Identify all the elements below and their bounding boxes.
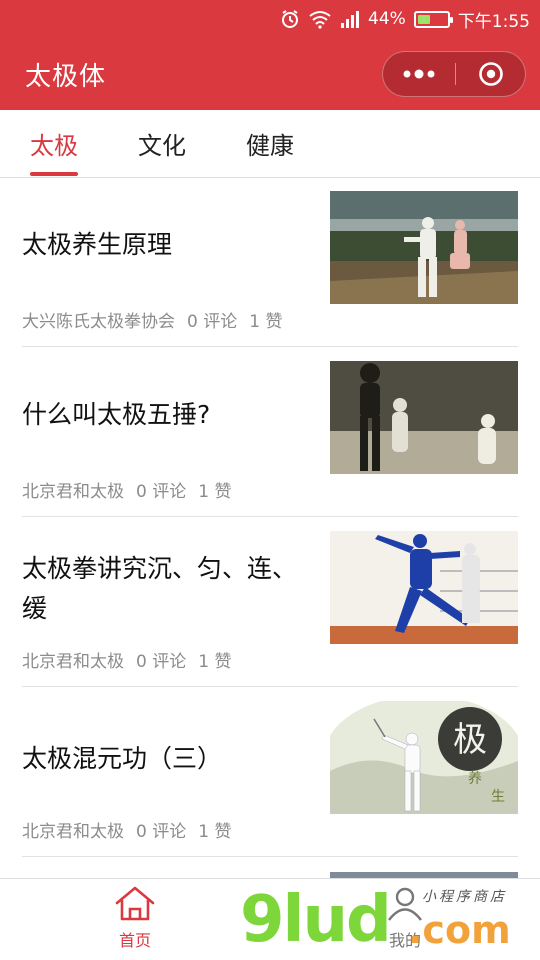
- article-thumbnail: [330, 361, 518, 474]
- article-title: 太极混元功（三）: [22, 744, 223, 773]
- more-dots-icon: [403, 69, 435, 79]
- clock-time: 下午1:55: [457, 11, 530, 32]
- article-title: 太极养生原理: [22, 230, 173, 259]
- article-meta: 北京君和太极 0 评论 1 赞: [22, 817, 243, 842]
- vintage-family-photo: [330, 361, 518, 474]
- watermark-com: .com: [408, 908, 511, 952]
- active-tab-indicator: [30, 172, 78, 176]
- article-meta: 大兴陈氏太极拳协会 0 评论 1 赞: [22, 307, 294, 332]
- article-comments: 0 评论: [136, 482, 187, 502]
- wifi-icon: [308, 8, 332, 30]
- article-likes: 1 赞: [198, 652, 232, 672]
- nav-bar: 太极体: [0, 42, 540, 106]
- tab-taiji[interactable]: 太极: [30, 126, 78, 161]
- article-source: 北京君和太极: [22, 482, 124, 502]
- article-thumbnail: [330, 531, 518, 644]
- article-likes: 1 赞: [198, 822, 232, 842]
- article-comments: 0 评论: [136, 822, 187, 842]
- status-bar: 44% 下午1:55: [0, 0, 540, 38]
- taiji-ink-painting: 极 养 生: [330, 701, 518, 814]
- taiji-park-photo: [330, 191, 518, 304]
- article-thumbnail: [330, 191, 518, 304]
- alarm-icon: [280, 8, 300, 30]
- category-tabs: 太极 文化 健康: [0, 110, 540, 178]
- article-item[interactable]: 太极拳讲究沉、匀、连、缓 北京君和太极 0 评论 1 赞: [22, 517, 518, 687]
- article-item[interactable]: 太极养生原理 大兴陈氏太极拳协会 0 评论 1 赞: [22, 177, 518, 347]
- tab-culture[interactable]: 文化: [138, 126, 186, 161]
- article-item[interactable]: 什么叫太极五捶? 北京君和太极 0 评论 1 赞: [22, 347, 518, 517]
- article-title: 什么叫太极五捶?: [22, 400, 211, 429]
- watermark: 9lud .com 小程序商店: [240, 880, 540, 960]
- taiji-practice-photo: [330, 531, 518, 644]
- article-meta: 北京君和太极 0 评论 1 赞: [22, 647, 243, 672]
- top-header: 44% 下午1:55 太极体: [0, 0, 540, 110]
- watermark-store: 小程序商店: [422, 889, 507, 905]
- tab-home-label: 首页: [118, 931, 151, 950]
- article-source: 大兴陈氏太极拳协会: [22, 312, 175, 332]
- battery-level: [417, 14, 431, 24]
- article-source: 北京君和太极: [22, 652, 124, 672]
- article-likes: 1 赞: [249, 312, 283, 332]
- close-button[interactable]: [456, 52, 526, 96]
- thumb-ink-char: 养: [468, 771, 482, 787]
- thumb-ink-char: 极: [453, 720, 487, 760]
- mini-program-capsule: [382, 51, 526, 97]
- watermark-9lud: 9lud: [240, 883, 392, 957]
- more-button[interactable]: [383, 52, 455, 96]
- article-thumbnail: 极 养 生: [330, 701, 518, 814]
- page-title: 太极体: [25, 62, 107, 92]
- signal-icon: [340, 8, 360, 30]
- status-icons: 44% 下午1:55: [280, 8, 530, 32]
- article-source: 北京君和太极: [22, 822, 124, 842]
- tab-home[interactable]: 首页: [95, 885, 175, 951]
- article-likes: 1 赞: [198, 482, 232, 502]
- target-close-icon: [479, 62, 503, 86]
- article-item[interactable]: 太极混元功（三） 北京君和太极 0 评论 1 赞 极 养 生: [22, 687, 518, 857]
- battery-percent: 44%: [368, 9, 406, 29]
- article-comments: 0 评论: [136, 652, 187, 672]
- article-meta: 北京君和太极 0 评论 1 赞: [22, 477, 243, 502]
- article-title: 太极拳讲究沉、匀、连、缓: [22, 554, 298, 623]
- thumb-ink-char: 生: [491, 789, 505, 805]
- tab-health[interactable]: 健康: [246, 126, 294, 161]
- home-icon: [115, 886, 155, 921]
- article-comments: 0 评论: [187, 312, 238, 332]
- battery-icon: [413, 10, 453, 28]
